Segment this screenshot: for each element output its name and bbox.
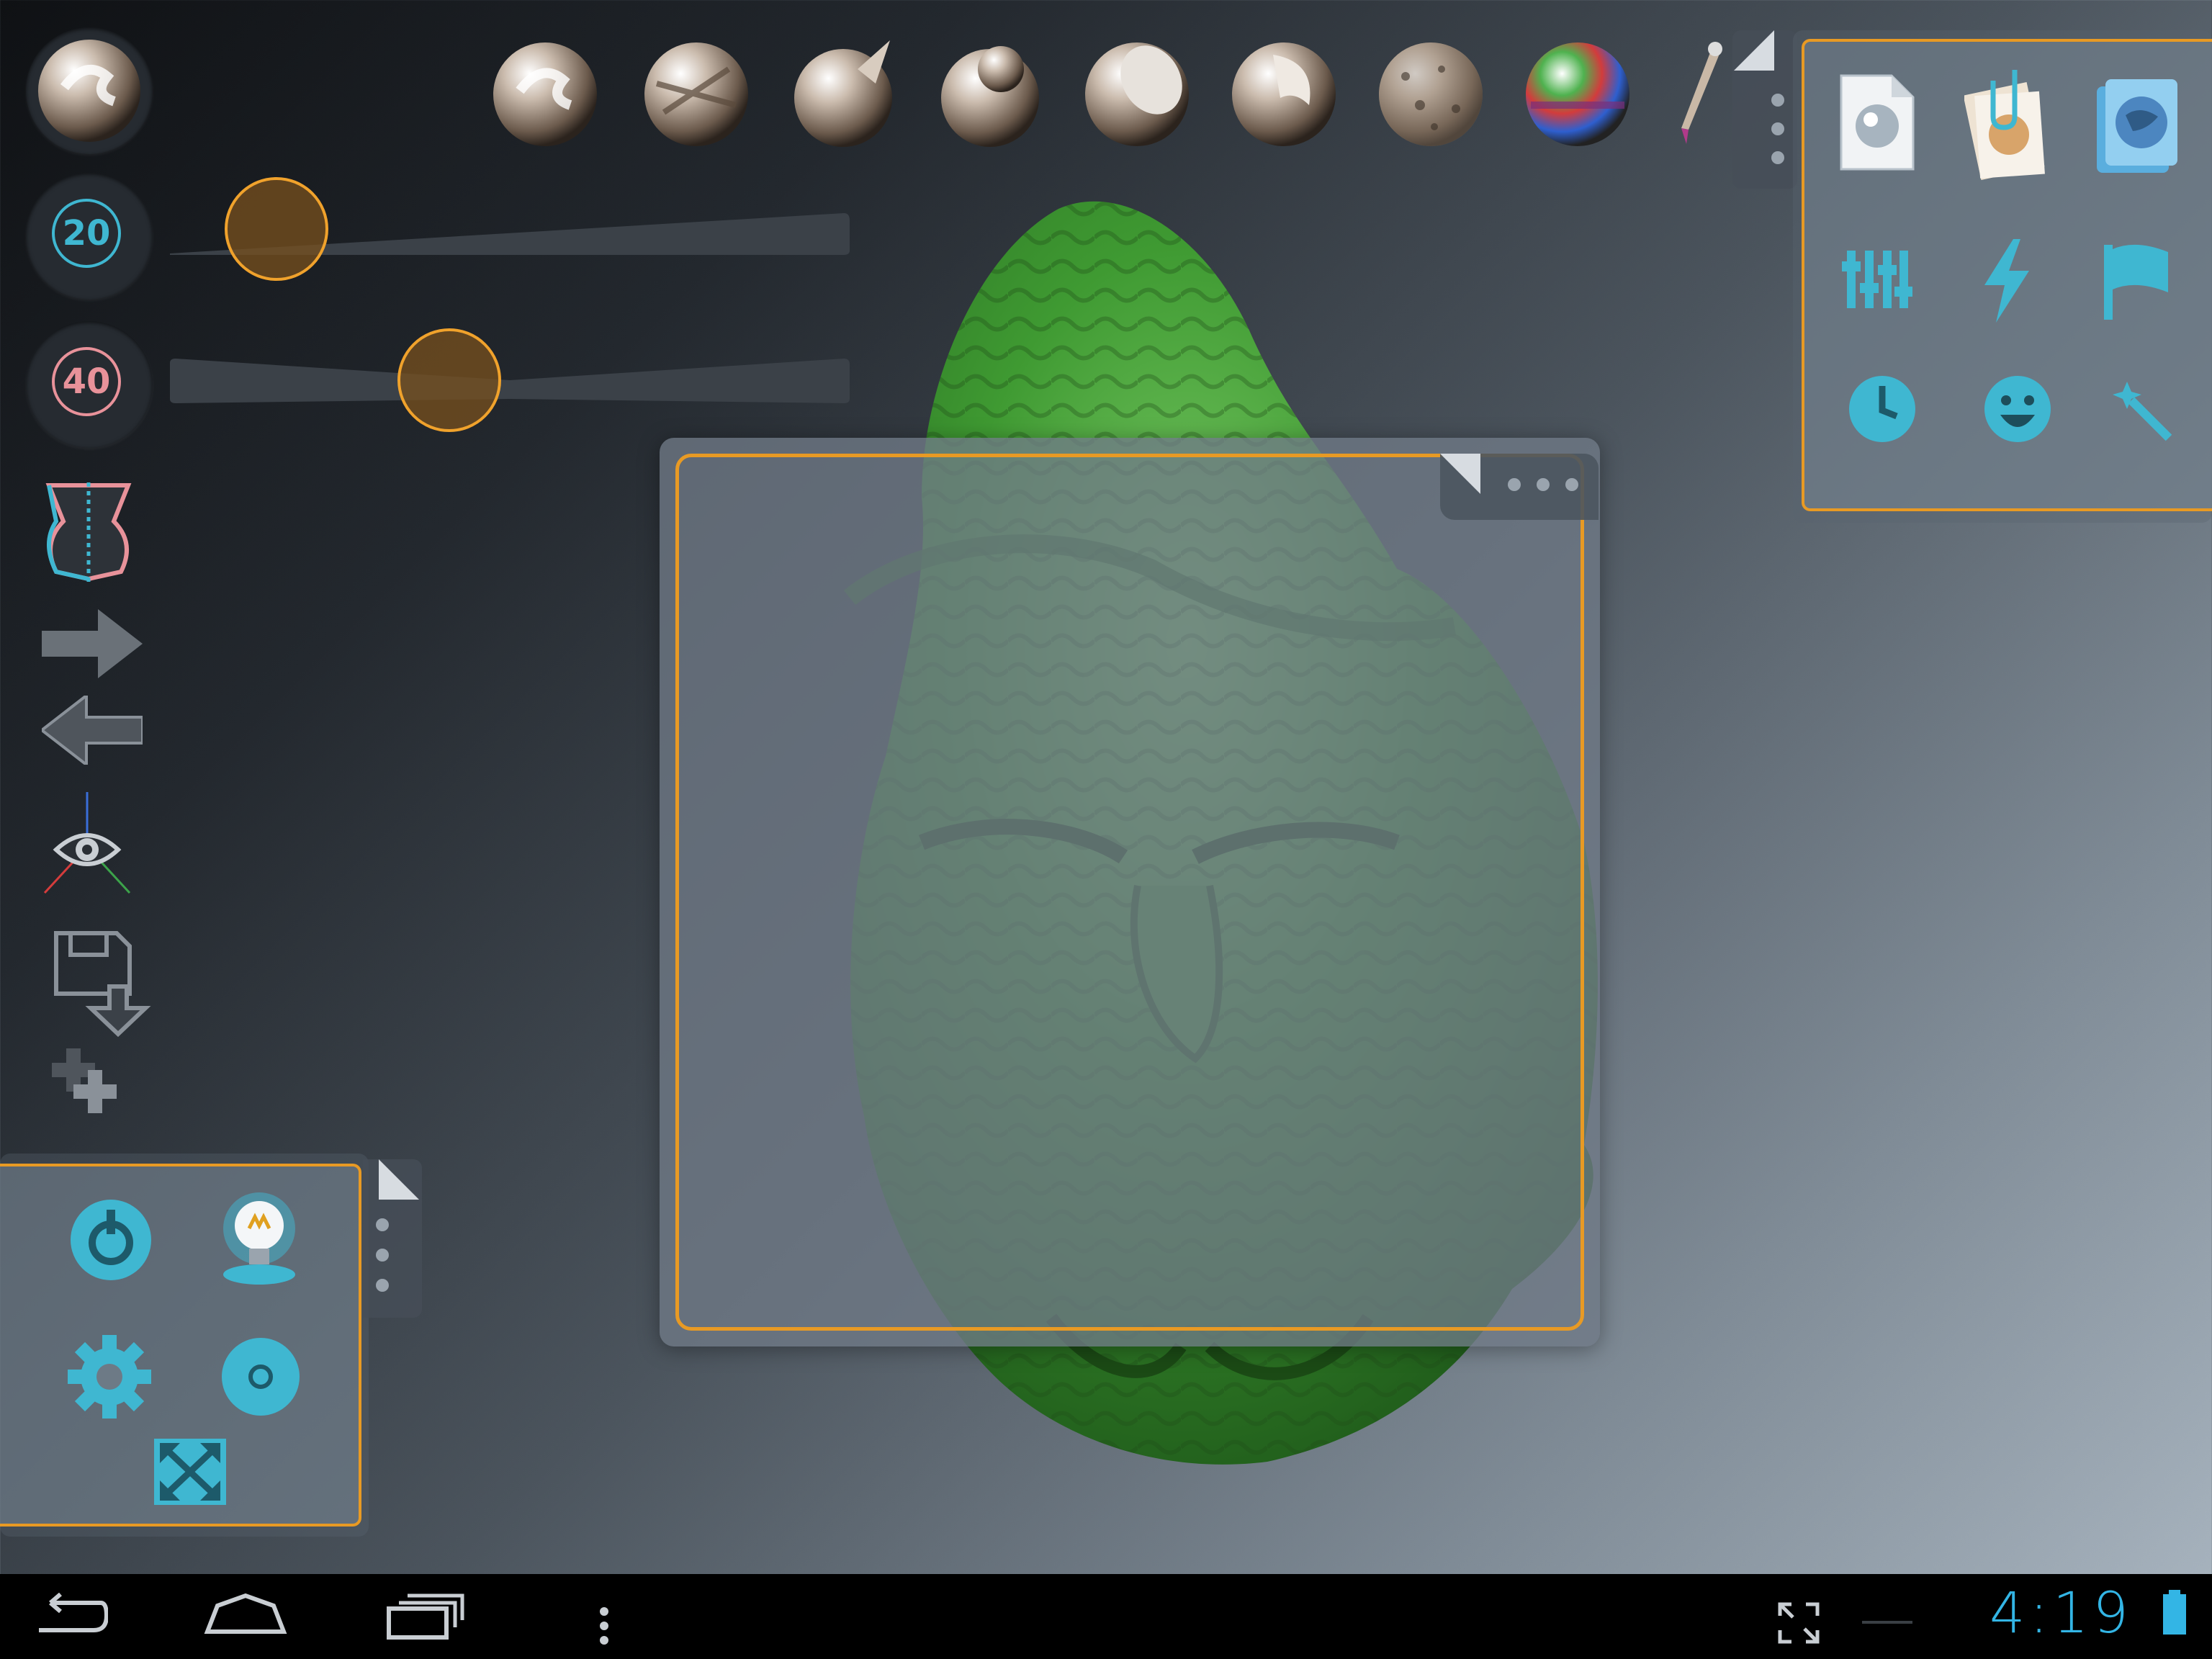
magic-wand-icon[interactable]: [2110, 379, 2175, 444]
notification-indicator-icon: [1862, 1621, 1912, 1624]
radius-slider-knob[interactable]: [225, 177, 328, 281]
flatten-brush-icon[interactable]: [1083, 40, 1191, 148]
draw-brush-icon: [37, 39, 141, 143]
smiley-icon[interactable]: [1982, 373, 2054, 445]
menu-icon[interactable]: [598, 1606, 611, 1646]
radius-button[interactable]: 20: [26, 173, 153, 300]
overlay-panel-frame: [675, 454, 1584, 1331]
flag-icon[interactable]: [2100, 242, 2172, 321]
back-icon[interactable]: [29, 1593, 108, 1639]
flash-icon[interactable]: [1977, 239, 2035, 323]
intensity-slider-track[interactable]: [170, 359, 850, 405]
history-clock-icon[interactable]: [1848, 374, 1917, 444]
noise-brush-icon[interactable]: [1377, 40, 1485, 148]
intensity-slider-knob[interactable]: [397, 328, 501, 432]
smooth-brush-icon[interactable]: [1230, 40, 1338, 148]
add-object-icon[interactable]: [52, 1048, 131, 1128]
overlay-panel[interactable]: [660, 438, 1600, 1346]
gear-icon[interactable]: [66, 1334, 153, 1420]
export-file-icon[interactable]: [2090, 72, 2183, 180]
radius-value: 20: [52, 199, 121, 268]
home-icon[interactable]: [203, 1593, 288, 1636]
symmetry-icon[interactable]: [42, 478, 135, 586]
undo-icon[interactable]: [42, 696, 143, 765]
pen-tool-icon[interactable]: [1671, 36, 1728, 151]
corner-fold-icon: [1734, 30, 1774, 71]
record-icon[interactable]: [220, 1336, 301, 1417]
corner-fold-icon: [1440, 454, 1480, 494]
new-scene-icon[interactable]: [1838, 72, 1917, 173]
status-clock: 4:19: [1989, 1581, 2133, 1646]
camera-view-icon[interactable]: [40, 789, 134, 897]
intensity-button[interactable]: 40: [26, 321, 153, 448]
corner-fold-icon: [379, 1159, 419, 1200]
save-export-icon[interactable]: [52, 929, 153, 1037]
intensity-value: 40: [52, 347, 121, 416]
redo-icon[interactable]: [42, 609, 143, 678]
screen-compat-icon[interactable]: [1777, 1601, 1820, 1645]
draw-brush-icon[interactable]: [491, 40, 599, 148]
bottom-panel-tab[interactable]: [363, 1159, 422, 1318]
inflate-brush-icon[interactable]: [936, 40, 1044, 148]
open-file-icon[interactable]: [1964, 66, 2051, 181]
battery-icon: [2163, 1590, 2186, 1635]
paint-brush-icon[interactable]: [1524, 40, 1632, 148]
fullscreen-icon[interactable]: [151, 1436, 229, 1508]
recent-apps-icon[interactable]: [386, 1593, 465, 1640]
settings-sliders-icon[interactable]: [1840, 243, 1912, 315]
brush-toolbar-tab[interactable]: [1732, 30, 1797, 189]
overlay-panel-tab[interactable]: [1440, 454, 1599, 520]
system-nav-bar: [0, 1574, 2212, 1659]
active-brush-button[interactable]: [26, 27, 153, 154]
pinch-brush-icon[interactable]: [789, 40, 897, 148]
light-bulb-icon[interactable]: [219, 1188, 300, 1289]
crease-brush-icon[interactable]: [642, 40, 750, 148]
power-icon[interactable]: [68, 1197, 154, 1283]
